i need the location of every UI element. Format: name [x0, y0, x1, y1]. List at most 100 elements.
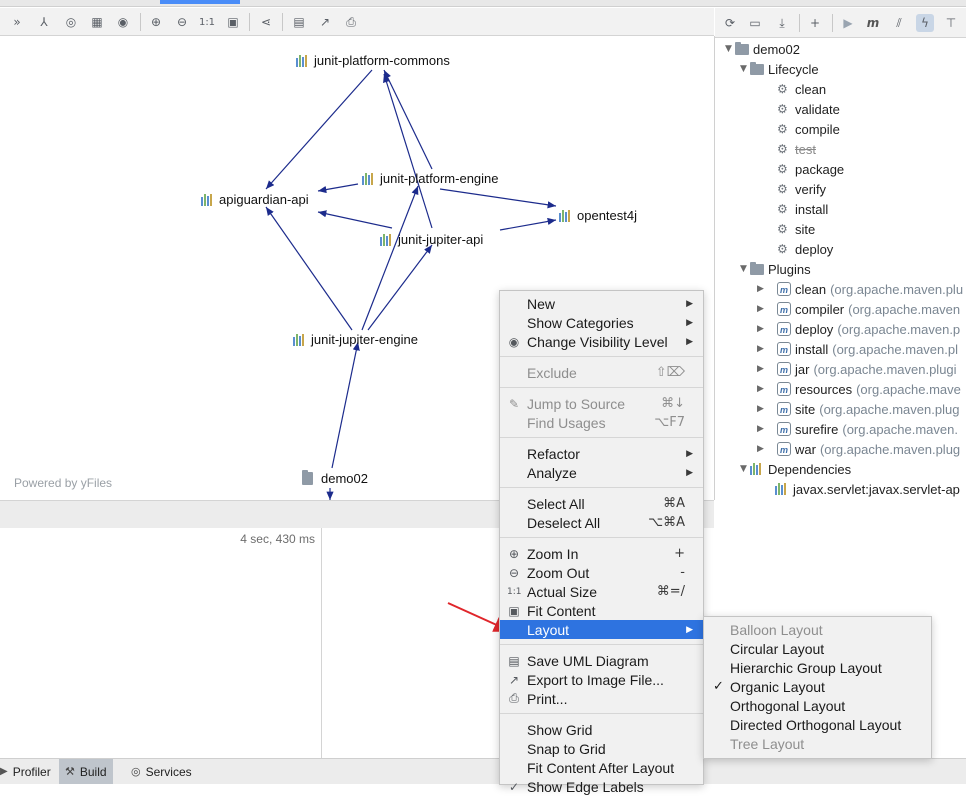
- build-tab[interactable]: ⚒ Build: [59, 759, 113, 784]
- menu-item-exclude[interactable]: Exclude ⇧⌦: [500, 363, 703, 382]
- eye-icon[interactable]: ◉: [114, 13, 132, 31]
- dependency-item[interactable]: javax.servlet:javax.servlet-ap: [775, 479, 960, 499]
- node-junit-platform-commons[interactable]: junit-platform-commons: [296, 53, 450, 68]
- plugin-item[interactable]: ▶ m compiler (org.apache.maven: [757, 299, 960, 319]
- lifecycle-item[interactable]: ⚙ verify: [777, 179, 826, 199]
- tree-plugins[interactable]: ▼ Plugins: [740, 259, 811, 279]
- menu-item-export-image[interactable]: ↗ Export to Image File...: [500, 670, 703, 689]
- node-apiguardian-api[interactable]: apiguardian-api: [201, 192, 309, 207]
- menu-item-change-visibility[interactable]: ◉ Change Visibility Level ▶: [500, 332, 703, 351]
- collapse-icon[interactable]: »: [8, 13, 26, 31]
- menu-item-show-categories[interactable]: Show Categories ▶: [500, 313, 703, 332]
- menu-item-show-edge-labels[interactable]: ✓ Show Edge Labels: [500, 777, 703, 796]
- layout-circular[interactable]: Circular Layout: [704, 639, 931, 658]
- grid-icon[interactable]: ▦: [88, 13, 106, 31]
- tree-root-demo02[interactable]: ▼ demo02: [725, 39, 800, 59]
- run-icon[interactable]: ▶: [839, 14, 857, 32]
- lifecycle-item-skipped[interactable]: ⚙ test: [777, 139, 816, 159]
- menu-item-deselect-all[interactable]: Deselect All ⌥⌘A: [500, 513, 703, 532]
- node-junit-jupiter-api[interactable]: junit-jupiter-api: [380, 232, 483, 247]
- profiler-tab[interactable]: ▶ Profiler: [0, 759, 57, 784]
- plugin-icon: m: [777, 422, 791, 436]
- menu-item-save-uml[interactable]: ▤ Save UML Diagram: [500, 651, 703, 670]
- plugin-item[interactable]: ▶ m install (org.apache.maven.pl: [757, 339, 958, 359]
- plugin-item[interactable]: ▶ m site (org.apache.maven.plug: [757, 399, 959, 419]
- expand-arrow-icon[interactable]: ▶: [757, 304, 767, 314]
- fit-content-icon[interactable]: ▣: [224, 13, 242, 31]
- node-junit-jupiter-engine[interactable]: junit-jupiter-engine: [293, 332, 418, 347]
- plugin-item[interactable]: ▶ m war (org.apache.maven.plug: [757, 439, 960, 459]
- plugin-item[interactable]: ▶ m clean (org.apache.maven.plu: [757, 279, 963, 299]
- menu-item-find-usages[interactable]: Find Usages ⌥F7: [500, 413, 703, 432]
- zoom-out-icon[interactable]: ⊖: [173, 13, 191, 31]
- menu-item-zoom-out[interactable]: ⊖ Zoom Out -: [500, 563, 703, 582]
- folder-add-icon[interactable]: ▭: [746, 14, 764, 32]
- layout-balloon[interactable]: Balloon Layout: [704, 620, 931, 639]
- expand-arrow-icon[interactable]: ▶: [757, 444, 767, 454]
- menu-item-print[interactable]: ⎙ Print...: [500, 689, 703, 708]
- expand-arrow-icon[interactable]: ▶: [757, 364, 767, 374]
- lifecycle-item[interactable]: ⚙ deploy: [777, 239, 833, 259]
- layout-tree-icon[interactable]: ⅄: [35, 13, 53, 31]
- menu-item-snap-to-grid[interactable]: Snap to Grid: [500, 739, 703, 758]
- expand-arrow-icon[interactable]: ▶: [757, 344, 767, 354]
- menu-item-zoom-in[interactable]: ⊕ Zoom In +: [500, 544, 703, 563]
- layout-hierarchic-group[interactable]: Hierarchic Group Layout: [704, 658, 931, 677]
- lifecycle-item[interactable]: ⚙ site: [777, 219, 815, 239]
- expand-arrow-icon[interactable]: ▶: [757, 424, 767, 434]
- actual-size-icon[interactable]: 1:1: [198, 13, 216, 31]
- lifecycle-item[interactable]: ⚙ compile: [777, 119, 840, 139]
- expand-arrow-icon[interactable]: ▼: [740, 464, 750, 474]
- settings-icon[interactable]: ⊤: [942, 14, 960, 32]
- lightning-icon[interactable]: ϟ: [916, 14, 934, 32]
- node-junit-platform-engine[interactable]: junit-platform-engine: [362, 171, 499, 186]
- menu-item-select-all[interactable]: Select All ⌘A: [500, 494, 703, 513]
- refresh-icon[interactable]: ⟳: [721, 14, 739, 32]
- node-demo02[interactable]: demo02: [302, 470, 368, 486]
- plugin-item[interactable]: ▶ m surefire (org.apache.maven.: [757, 419, 958, 439]
- save-icon[interactable]: ▤: [290, 13, 308, 31]
- lifecycle-item[interactable]: ⚙ package: [777, 159, 844, 179]
- lifecycle-item[interactable]: ⚙ install: [777, 199, 828, 219]
- expand-arrow-icon[interactable]: ▼: [740, 264, 750, 274]
- menu-item-fit-content[interactable]: ▣ Fit Content: [500, 601, 703, 620]
- plugin-item[interactable]: ▶ m jar (org.apache.maven.plugi: [757, 359, 957, 379]
- menu-item-actual-size[interactable]: 1:1 Actual Size ⌘=/: [500, 582, 703, 601]
- layout-orthogonal[interactable]: Orthogonal Layout: [704, 696, 931, 715]
- fit-icon[interactable]: ◎: [62, 13, 80, 31]
- print-icon[interactable]: ⎙: [342, 13, 360, 31]
- tree-lifecycle[interactable]: ▼ Lifecycle: [740, 59, 819, 79]
- menu-item-new[interactable]: New ▶: [500, 294, 703, 313]
- expand-arrow-icon[interactable]: ▼: [740, 64, 750, 74]
- menu-item-analyze[interactable]: Analyze ▶: [500, 463, 703, 482]
- layout-directed-orthogonal[interactable]: Directed Orthogonal Layout: [704, 715, 931, 734]
- menu-item-refactor[interactable]: Refactor ▶: [500, 444, 703, 463]
- add-icon[interactable]: +: [806, 14, 824, 32]
- expand-arrow-icon[interactable]: ▼: [725, 44, 735, 54]
- menu-item-show-grid[interactable]: Show Grid: [500, 720, 703, 739]
- lifecycle-item[interactable]: ⚙ clean: [777, 79, 826, 99]
- share-icon[interactable]: ⋖: [257, 13, 275, 31]
- expand-arrow-icon[interactable]: ▶: [757, 284, 767, 294]
- services-tab[interactable]: ◎ Services: [125, 759, 198, 784]
- plugin-item[interactable]: ▶ m resources (org.apache.mave: [757, 379, 961, 399]
- build-tree-pane[interactable]: 4 sec, 430 ms: [0, 528, 322, 758]
- download-icon[interactable]: ⤓: [773, 14, 791, 32]
- menu-item-layout[interactable]: Layout ▶: [500, 620, 703, 639]
- export-icon[interactable]: ↗: [316, 13, 334, 31]
- plugin-item[interactable]: ▶ m deploy (org.apache.maven.p: [757, 319, 960, 339]
- menu-shortcut: +: [674, 546, 685, 561]
- zoom-in-icon[interactable]: ⊕: [147, 13, 165, 31]
- node-opentest4j[interactable]: opentest4j: [559, 208, 637, 223]
- toggle-offline-icon[interactable]: ⫽: [890, 14, 908, 32]
- maven-m-icon[interactable]: m: [864, 14, 882, 32]
- menu-item-jump-to-source[interactable]: ✎ Jump to Source ⌘↓: [500, 394, 703, 413]
- tree-dependencies[interactable]: ▼ Dependencies: [740, 459, 851, 479]
- layout-organic[interactable]: ✓ Organic Layout: [704, 677, 931, 696]
- expand-arrow-icon[interactable]: ▶: [757, 324, 767, 334]
- menu-item-fit-after-layout[interactable]: Fit Content After Layout: [500, 758, 703, 777]
- expand-arrow-icon[interactable]: ▶: [757, 384, 767, 394]
- lifecycle-item[interactable]: ⚙ validate: [777, 99, 840, 119]
- layout-tree[interactable]: Tree Layout: [704, 734, 931, 753]
- expand-arrow-icon[interactable]: ▶: [757, 404, 767, 414]
